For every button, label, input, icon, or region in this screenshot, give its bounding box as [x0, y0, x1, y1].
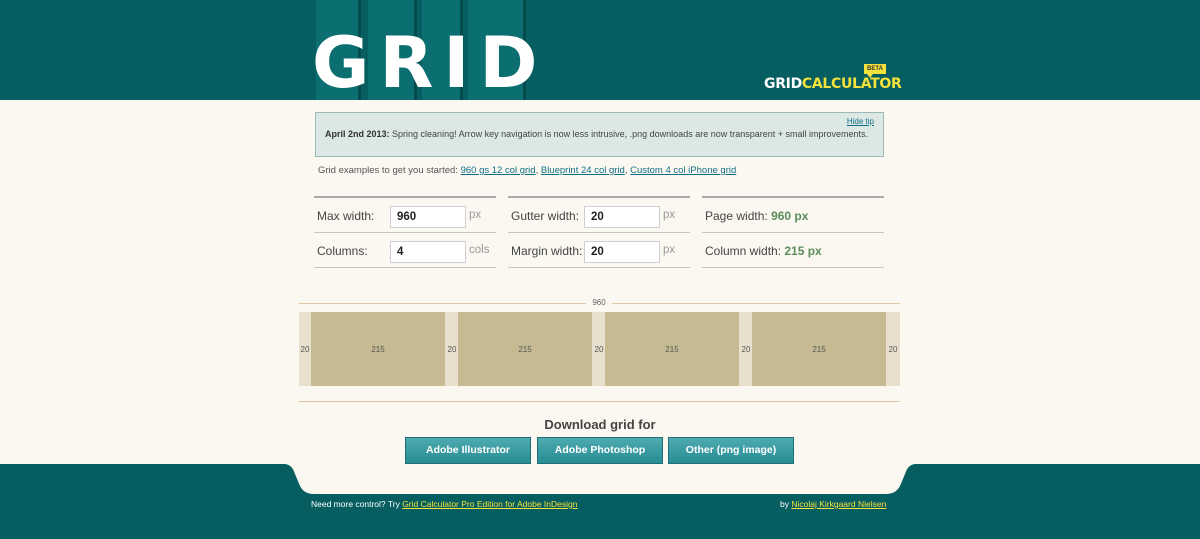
- column-width-row: Column width: 215 px: [702, 233, 884, 268]
- gutter-width-unit: px: [663, 209, 676, 221]
- beta-badge: BETA: [864, 64, 886, 78]
- margin-width-label: Margin width:: [511, 244, 583, 258]
- download-photoshop-button[interactable]: Adobe Photoshop: [537, 437, 663, 464]
- download-title: Download grid for: [544, 417, 656, 432]
- total-width-label: 960: [586, 298, 612, 307]
- page-width-row: Page width: 960 px: [702, 198, 884, 233]
- grid-column: 215: [311, 312, 445, 386]
- margin-width-row: Margin width: px: [508, 233, 690, 268]
- site-footer: [0, 464, 1200, 539]
- page-width-label: Page width:: [705, 209, 768, 223]
- margin-label-right: 20: [888, 345, 898, 354]
- page-width-value: 960 px: [771, 209, 809, 223]
- tip-message: April 2nd 2013: Spring cleaning! Arrow k…: [325, 129, 868, 139]
- example-link-960gs[interactable]: 960 gs 12 col grid: [461, 165, 536, 176]
- tip-date: April 2nd 2013:: [325, 129, 390, 139]
- example-link-blueprint[interactable]: Blueprint 24 col grid: [541, 165, 625, 176]
- footer-credit: by Nicolaj Kirkgaard Nielsen: [780, 499, 886, 509]
- form-column-spacing: Gutter width: px Margin width: px: [508, 196, 690, 268]
- brand-word-calculator: CALCULATOR: [801, 76, 902, 92]
- gutter-label: 20: [447, 345, 457, 354]
- column-width-label: 215: [371, 345, 385, 354]
- margin-label-left: 20: [300, 345, 310, 354]
- column-width-label: Column width:: [705, 244, 782, 258]
- footer-credit-text: by: [780, 499, 792, 509]
- form-column-results: Page width: 960 px Column width: 215 px: [702, 196, 884, 268]
- grid-column: 215: [458, 312, 592, 386]
- form-column-size: Max width: px Columns: cols: [314, 196, 496, 268]
- column-width-value: 215 px: [784, 244, 822, 258]
- max-width-input[interactable]: [390, 206, 466, 228]
- margin-width-input[interactable]: [584, 241, 660, 263]
- columns-unit: cols: [469, 244, 490, 256]
- gutter-width-input[interactable]: [584, 206, 660, 228]
- site-logo[interactable]: GRID: [312, 24, 548, 102]
- grid-column: 215: [605, 312, 739, 386]
- footer-promo: Need more control? Try Grid Calculator P…: [311, 499, 577, 509]
- footer-shape: [0, 464, 1200, 539]
- grid-examples: Grid examples to get you started: 960 gs…: [318, 165, 736, 176]
- columns-input[interactable]: [390, 241, 466, 263]
- download-png-button[interactable]: Other (png image): [668, 437, 794, 464]
- gutter-label: 20: [741, 345, 751, 354]
- tip-box: Hide tip April 2nd 2013: Spring cleaning…: [315, 112, 884, 157]
- max-width-row: Max width: px: [314, 198, 496, 233]
- columns-label: Columns:: [317, 244, 368, 258]
- gutter-label: 20: [594, 345, 604, 354]
- example-link-iphone[interactable]: Custom 4 col iPhone grid: [630, 165, 736, 176]
- pro-edition-link[interactable]: Grid Calculator Pro Edition for Adobe In…: [402, 499, 577, 509]
- max-width-unit: px: [469, 209, 482, 221]
- columns-row: Columns: cols: [314, 233, 496, 268]
- grid-column: 215: [752, 312, 886, 386]
- column-width-result: Column width: 215 px: [705, 244, 822, 258]
- site-header: GRID GRIDCALCULATOR BETA: [0, 0, 1200, 102]
- column-width-label: 215: [518, 345, 532, 354]
- column-width-label: 215: [665, 345, 679, 354]
- margin-width-unit: px: [663, 244, 676, 256]
- max-width-label: Max width:: [317, 209, 375, 223]
- gutter-width-row: Gutter width: px: [508, 198, 690, 233]
- page-width-result: Page width: 960 px: [705, 209, 808, 223]
- examples-prefix: Grid examples to get you started:: [318, 165, 461, 176]
- author-link[interactable]: Nicolaj Kirkgaard Nielsen: [791, 499, 886, 509]
- gutter-width-label: Gutter width:: [511, 209, 580, 223]
- tip-body: Spring cleaning! Arrow key navigation is…: [389, 129, 869, 139]
- logo-background-strips: [0, 0, 1200, 100]
- hide-tip-link[interactable]: Hide tip: [847, 117, 874, 126]
- brand-word-grid: GRID: [764, 76, 802, 92]
- download-illustrator-button[interactable]: Adobe Illustrator: [405, 437, 531, 464]
- footer-promo-text: Need more control? Try: [311, 499, 403, 509]
- column-width-label: 215: [812, 345, 826, 354]
- section-divider: [299, 401, 900, 402]
- brand-wordmark[interactable]: GRIDCALCULATOR: [764, 76, 902, 92]
